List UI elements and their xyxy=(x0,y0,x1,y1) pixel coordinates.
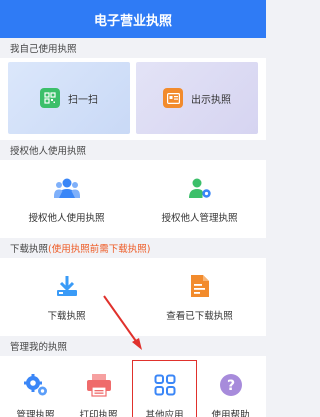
print-license-button[interactable]: 打印执照 xyxy=(67,356,130,417)
manage-row: 管理执照 打印执照 其他应用 ? 使用帮助 xyxy=(0,356,266,417)
apps-grid-icon xyxy=(151,371,179,399)
authorize-manage-label: 授权他人管理执照 xyxy=(161,213,238,224)
help-icon: ? xyxy=(217,371,245,399)
section-title-manage: 管理我的执照 xyxy=(10,342,68,353)
show-license-button[interactable]: 出示执照 xyxy=(136,62,258,134)
show-license-label: 出示执照 xyxy=(191,94,231,106)
scan-icon xyxy=(40,88,60,108)
authorize-use-label: 授权他人使用执照 xyxy=(28,213,105,224)
authorize-row: 授权他人使用执照 授权他人管理执照 xyxy=(0,160,266,238)
id-card-icon xyxy=(163,88,183,108)
download-license-label: 下载执照 xyxy=(47,311,86,322)
download-icon xyxy=(53,272,81,300)
document-icon xyxy=(186,272,214,300)
section-title-authorize: 授权他人使用执照 xyxy=(10,146,87,157)
view-downloaded-label: 查看已下载执照 xyxy=(166,311,233,322)
help-label: 使用帮助 xyxy=(211,410,250,417)
scan-button[interactable]: 扫一扫 xyxy=(8,62,130,134)
svg-text:?: ? xyxy=(226,378,234,394)
download-note: (使用执照前需下载执照) xyxy=(48,244,151,255)
manage-license-button[interactable]: 管理执照 xyxy=(4,356,67,417)
download-row: 下载执照 查看已下载执照 xyxy=(0,258,266,336)
people-icon xyxy=(53,174,81,202)
print-license-label: 打印执照 xyxy=(79,410,118,417)
manage-license-label: 管理执照 xyxy=(16,410,55,417)
page-title: 电子营业执照 xyxy=(93,13,172,29)
other-apps-button[interactable]: 其他应用 xyxy=(132,360,197,417)
download-license-button[interactable]: 下载执照 xyxy=(0,258,133,336)
person-gear-icon xyxy=(186,174,214,202)
other-apps-label: 其他应用 xyxy=(145,410,184,417)
authorize-use-button[interactable]: 授权他人使用执照 xyxy=(0,160,133,238)
view-downloaded-button[interactable]: 查看已下载执照 xyxy=(133,258,266,336)
section-title-self: 我自己使用执照 xyxy=(10,44,77,55)
scan-label: 扫一扫 xyxy=(68,94,98,106)
app-header: 电子营业执照 xyxy=(0,0,266,38)
gears-icon xyxy=(22,371,50,399)
printer-icon xyxy=(85,371,113,399)
self-use-row: 扫一扫 出示执照 xyxy=(0,58,266,140)
section-title-download: 下载执照 (使用执照前需下载执照) xyxy=(0,238,266,258)
help-button[interactable]: ? 使用帮助 xyxy=(199,356,262,417)
authorize-manage-button[interactable]: 授权他人管理执照 xyxy=(133,160,266,238)
